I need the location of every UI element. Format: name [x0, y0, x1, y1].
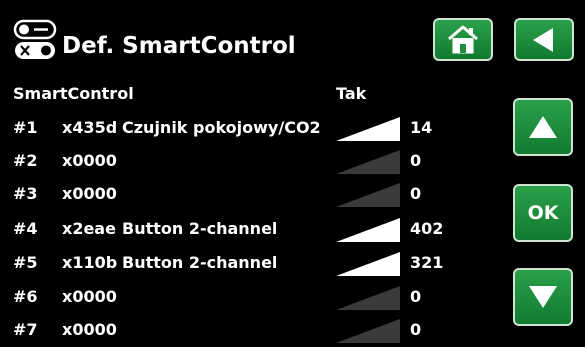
table-row[interactable]: #4 x2eae Button 2-channel 402 [0, 212, 500, 246]
row-value: 14 [410, 118, 433, 137]
column-header-smartcontrol: SmartControl [13, 84, 134, 103]
row-number: #6 [13, 287, 38, 306]
row-value: 0 [410, 151, 422, 170]
scroll-up-button[interactable] [513, 98, 573, 156]
row-value: 0 [410, 184, 422, 203]
back-button[interactable] [514, 18, 574, 61]
row-address: x0000 [62, 151, 117, 170]
row-value: 0 [410, 320, 422, 339]
row-address: x435d [62, 118, 118, 137]
row-number: #4 [13, 219, 38, 238]
signal-strength-icon [336, 117, 400, 141]
back-arrow-icon [533, 27, 553, 52]
table-row[interactable]: #6 x0000 0 [0, 280, 500, 314]
row-number: #1 [13, 118, 38, 137]
signal-strength-icon [336, 319, 400, 343]
table-row[interactable]: #1 x435d Czujnik pokojowy/CO2 14 [0, 111, 500, 145]
row-value: 321 [410, 253, 444, 272]
column-header-signal: Tak [336, 84, 367, 103]
row-number: #2 [13, 151, 38, 170]
home-button[interactable] [433, 18, 493, 61]
ok-button[interactable]: OK [513, 184, 573, 242]
table-row[interactable]: #2 x0000 0 [0, 144, 500, 178]
row-address: x2eae [62, 219, 116, 238]
row-description: Czujnik pokojowy/CO2 [122, 118, 321, 137]
table-row[interactable]: #3 x0000 0 [0, 177, 500, 211]
signal-strength-icon [336, 150, 400, 174]
signal-strength-icon [336, 252, 400, 276]
row-description: Button 2-channel [122, 219, 278, 238]
row-address: x0000 [62, 184, 117, 203]
row-address: x0000 [62, 287, 117, 306]
signal-strength-icon [336, 286, 400, 310]
row-number: #7 [13, 320, 38, 339]
signal-strength-icon [336, 183, 400, 207]
table-row[interactable]: #5 x110b Button 2-channel 321 [0, 246, 500, 280]
up-arrow-icon [529, 116, 557, 138]
row-description: Button 2-channel [122, 253, 278, 272]
signal-strength-icon [336, 218, 400, 242]
scroll-down-button[interactable] [513, 268, 573, 326]
row-address: x0000 [62, 320, 117, 339]
row-address: x110b [62, 253, 118, 272]
smartcontrol-toggle-icon [13, 19, 57, 59]
row-number: #5 [13, 253, 38, 272]
home-icon [448, 25, 478, 53]
page-title: Def. SmartControl [62, 33, 296, 59]
row-value: 402 [410, 219, 444, 238]
down-arrow-icon [529, 286, 557, 308]
row-number: #3 [13, 184, 38, 203]
table-row[interactable]: #7 x0000 0 [0, 313, 500, 347]
row-value: 0 [410, 287, 422, 306]
